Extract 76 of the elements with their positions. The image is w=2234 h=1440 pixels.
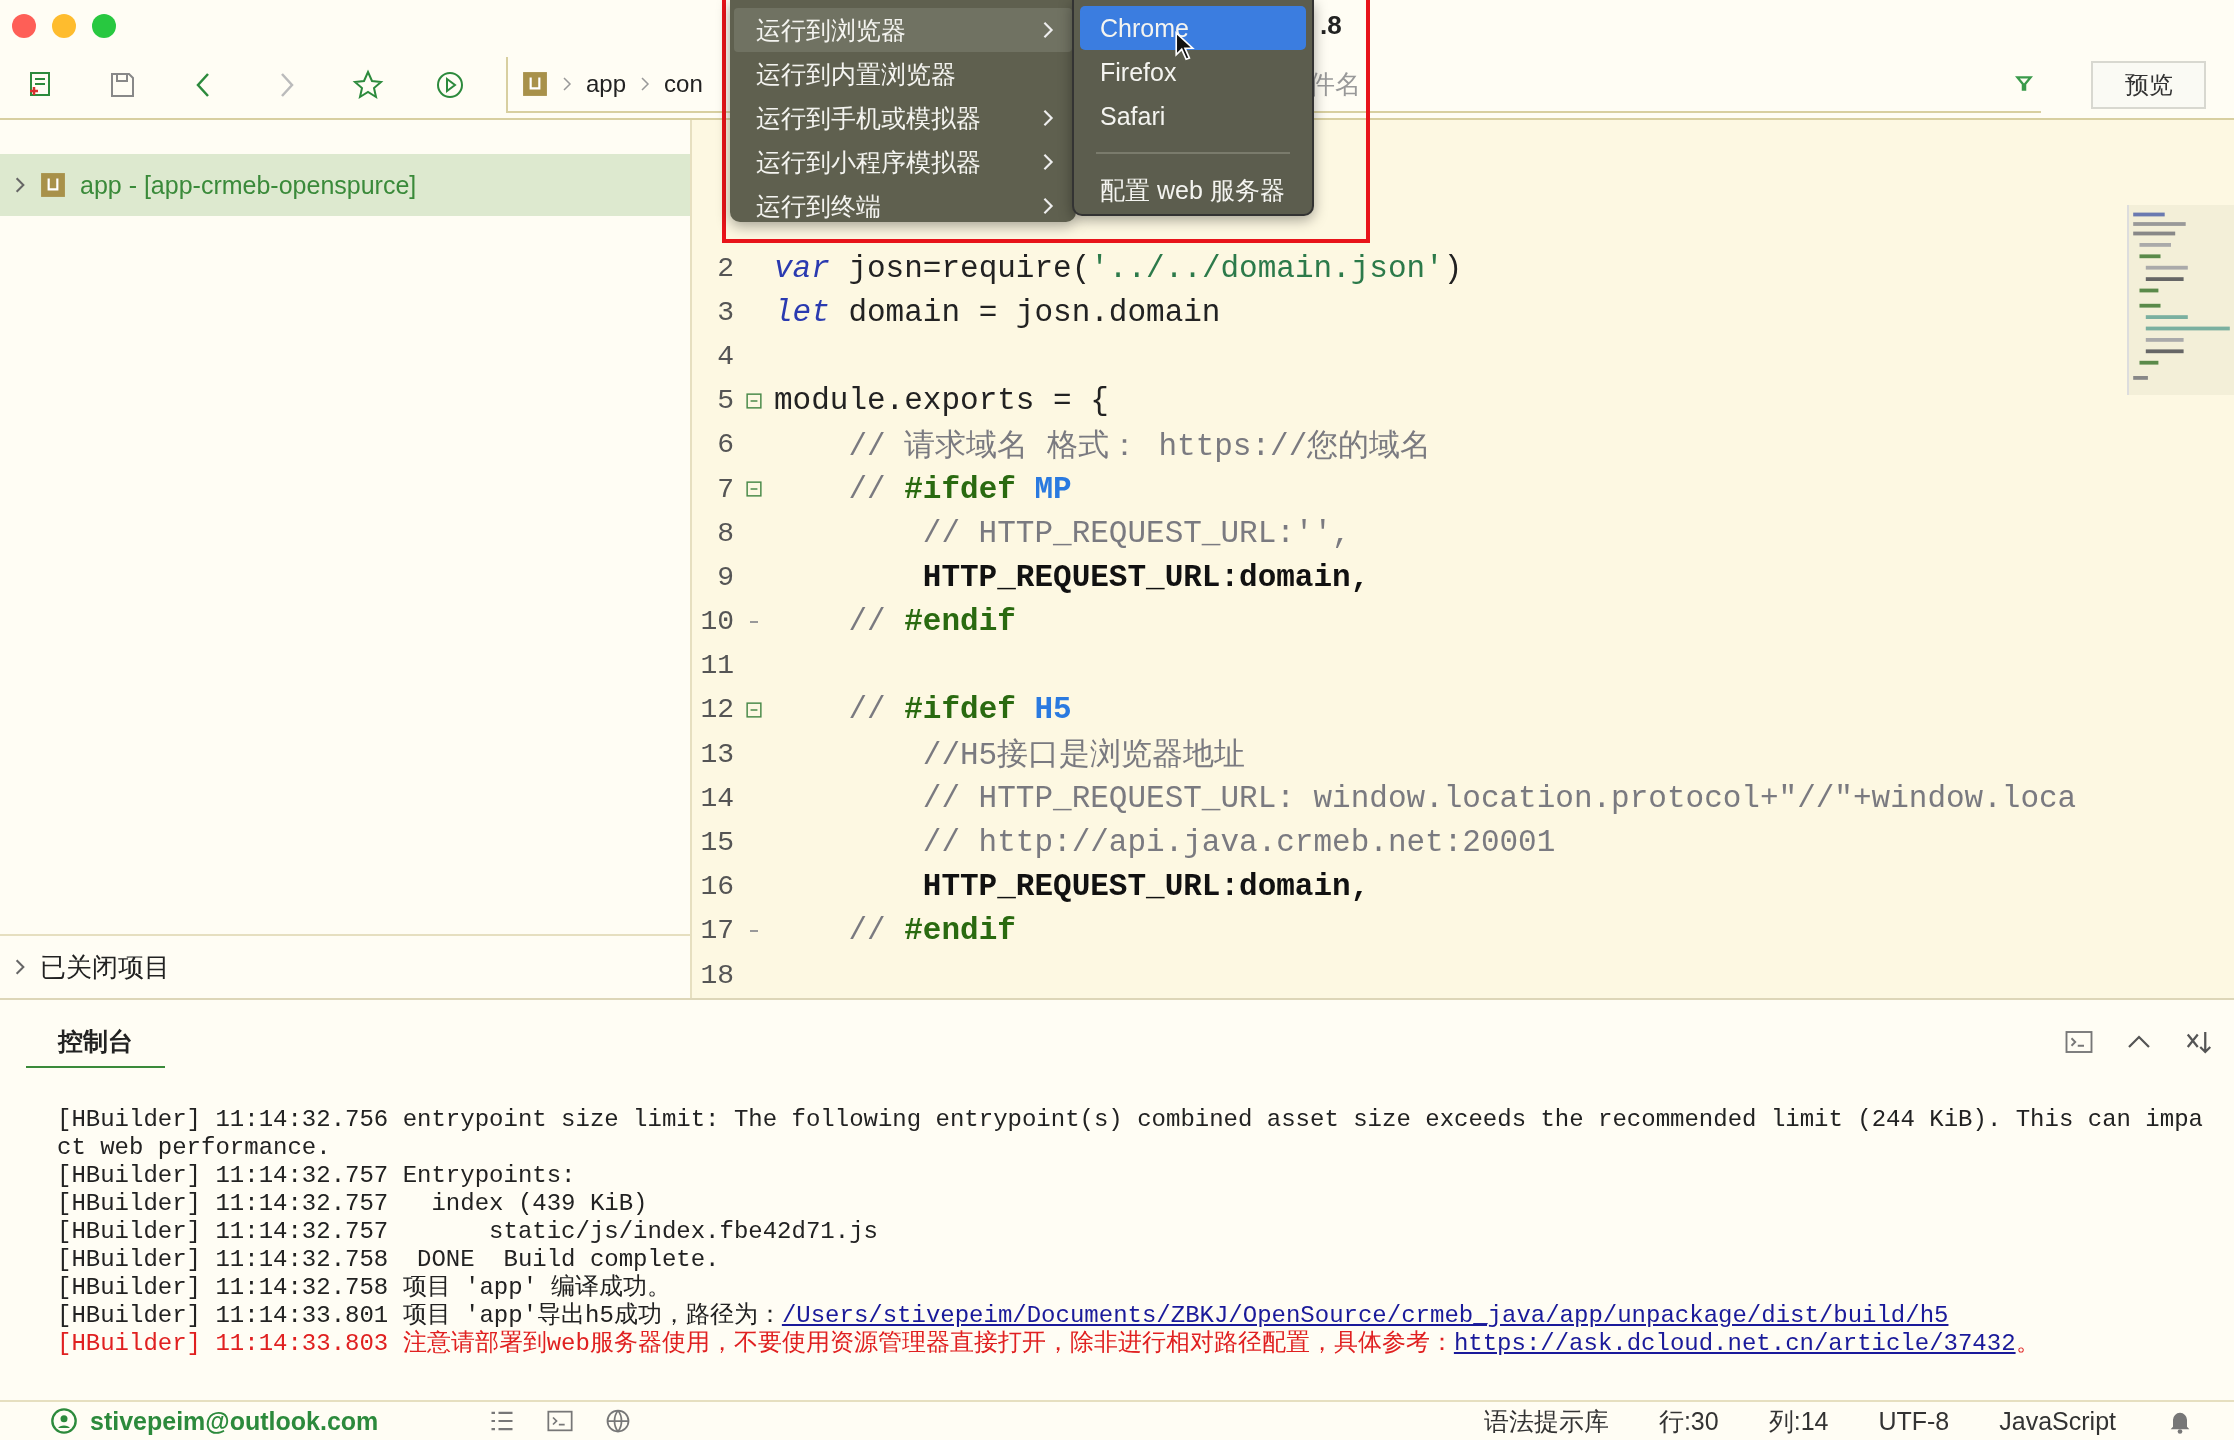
folder-icon xyxy=(522,71,548,97)
line-number: 10 xyxy=(699,606,734,638)
line-number: 12 xyxy=(699,694,734,726)
breadcrumb-item[interactable]: app xyxy=(586,70,627,98)
log-line: [HBuilder] 11:14:32.758 DONE Build complete. xyxy=(57,1246,721,1274)
line-number: 6 xyxy=(716,429,734,461)
code-line: //H5接口是浏览器地址 xyxy=(922,738,1246,774)
status-item[interactable]: 行:30 xyxy=(1658,1404,1719,1438)
console-tab[interactable]: 控制台 xyxy=(26,1016,165,1068)
chevron-right-icon xyxy=(640,76,651,92)
zoom-window-button[interactable] xyxy=(92,14,116,38)
fold-icon[interactable] xyxy=(746,392,762,409)
line-number: 7 xyxy=(716,473,734,505)
code-line: // http://api.java.crmeb.net:20001 xyxy=(922,825,1556,861)
log-line: [HBuilder] 11:14:33.803 注意请部署到web服务器使用，不要使用资源管理器直接打开，除非进行相对路径配置，具体参考：https://ask.dcloud.net.cn/article/37432。 xyxy=(57,1330,2041,1358)
log-link[interactable]: /Users/stivepeim/Documents/ZBKJ/OpenSource/crmeb_java/app/unpackage/dist/build/h5 xyxy=(781,1302,1949,1329)
menu-item[interactable]: 运行到手机或模拟器 xyxy=(734,96,1072,140)
code-line: module.exports = { xyxy=(774,383,1109,419)
code-line: // HTTP_REQUEST_URL: window.location.protocol+"//"+window.loca xyxy=(922,780,2077,816)
log-line: [HBuilder] 11:14:32.757 index (439 KiB) xyxy=(57,1190,649,1218)
close-window-button[interactable] xyxy=(12,14,36,38)
log-line: [HBuilder] 11:14:32.758 项目 'app' 编译成功。 xyxy=(57,1274,673,1302)
line-number: 14 xyxy=(699,782,734,814)
line-number: 11 xyxy=(699,650,734,682)
menu-item[interactable]: 配置 web 服务器 xyxy=(1080,168,1306,212)
menu-item[interactable]: Chrome xyxy=(1080,6,1306,50)
menu-item[interactable]: Safari xyxy=(1080,94,1306,138)
code-line: HTTP_REQUEST_URL:domain, xyxy=(922,869,1370,905)
code-line: // #ifdef H5 xyxy=(848,692,1072,728)
code-line: // 请求域名 格式： https://您的域名 xyxy=(848,428,1432,464)
line-number: 4 xyxy=(716,340,734,372)
menu-item[interactable]: 运行到终端 xyxy=(734,184,1072,228)
line-number: 8 xyxy=(716,517,734,549)
code-line: // #endif xyxy=(848,604,1016,640)
code-line: // #ifdef MP xyxy=(848,471,1072,507)
folder-icon xyxy=(40,172,66,198)
code-line: // HTTP_REQUEST_URL:'', xyxy=(922,515,1351,551)
menu-item[interactable]: 运行到小程序模拟器 xyxy=(734,140,1072,184)
status-item[interactable]: JavaScript xyxy=(1999,1406,2116,1436)
log-line: [HBuilder] 11:14:32.756 entrypoint size limit: The following entrypoint(s) combined asset size exceeds the recommended limit (244 KiB). This can impact web performance. xyxy=(57,1106,2204,1162)
fold-icon[interactable] xyxy=(746,701,762,718)
log-line: [HBuilder] 11:14:33.801 项目 'app'导出h5成功，路径为：/Users/stivepeim/Documents/ZBKJ/OpenSource/crmeb_java/app/unpackage/dist/build/h5 xyxy=(57,1302,1950,1330)
menu-item[interactable]: 运行到浏览器 xyxy=(734,8,1072,52)
run-icon[interactable] xyxy=(434,69,466,101)
chevron-right-icon xyxy=(562,76,572,92)
line-number: 18 xyxy=(699,959,734,991)
log-line: [HBuilder] 11:14:32.757 Entrypoints: xyxy=(57,1162,577,1190)
menu-item[interactable]: 运行到内置浏览器 xyxy=(734,52,1072,96)
chevron-right-icon[interactable] xyxy=(14,176,26,194)
fold-icon[interactable] xyxy=(746,481,762,498)
log-line: [HBuilder] 11:14:32.757 static/js/index.fbe42d71.js xyxy=(57,1218,879,1246)
chevron-right-icon[interactable] xyxy=(14,958,26,976)
status-item[interactable]: UTF-8 xyxy=(1878,1406,1950,1436)
line-number: 3 xyxy=(716,296,734,328)
breadcrumb-item[interactable]: con xyxy=(664,70,703,98)
code-line: var josn=require('../../domain.json') xyxy=(774,250,1463,286)
line-number: 9 xyxy=(716,561,734,593)
code-line: HTTP_REQUEST_URL:domain, xyxy=(922,559,1370,595)
menu-item[interactable]: Firefox xyxy=(1080,50,1306,94)
line-number: 15 xyxy=(699,827,734,859)
log-link[interactable]: https://ask.dcloud.net.cn/article/37432 xyxy=(1453,1330,2016,1357)
line-number: 5 xyxy=(716,385,734,417)
code-line: let domain = josn.domain xyxy=(774,294,1221,330)
star-icon[interactable] xyxy=(352,69,384,101)
line-number: 16 xyxy=(699,871,734,903)
window-title: .8 xyxy=(1320,10,1342,41)
line-number: 17 xyxy=(699,915,734,947)
user-icon[interactable] xyxy=(50,1407,78,1435)
status-item[interactable]: 列:14 xyxy=(1768,1404,1829,1438)
preview-button[interactable]: 预览 xyxy=(2091,61,2206,109)
line-number: 13 xyxy=(699,738,734,770)
filter-icon[interactable] xyxy=(2015,75,2033,93)
code-line: // #endif xyxy=(848,913,1016,949)
line-number: 2 xyxy=(716,252,734,284)
status-item[interactable]: 语法提示库 xyxy=(1483,1404,1609,1438)
user-email[interactable]: stivepeim@outlook.com xyxy=(90,1406,379,1436)
